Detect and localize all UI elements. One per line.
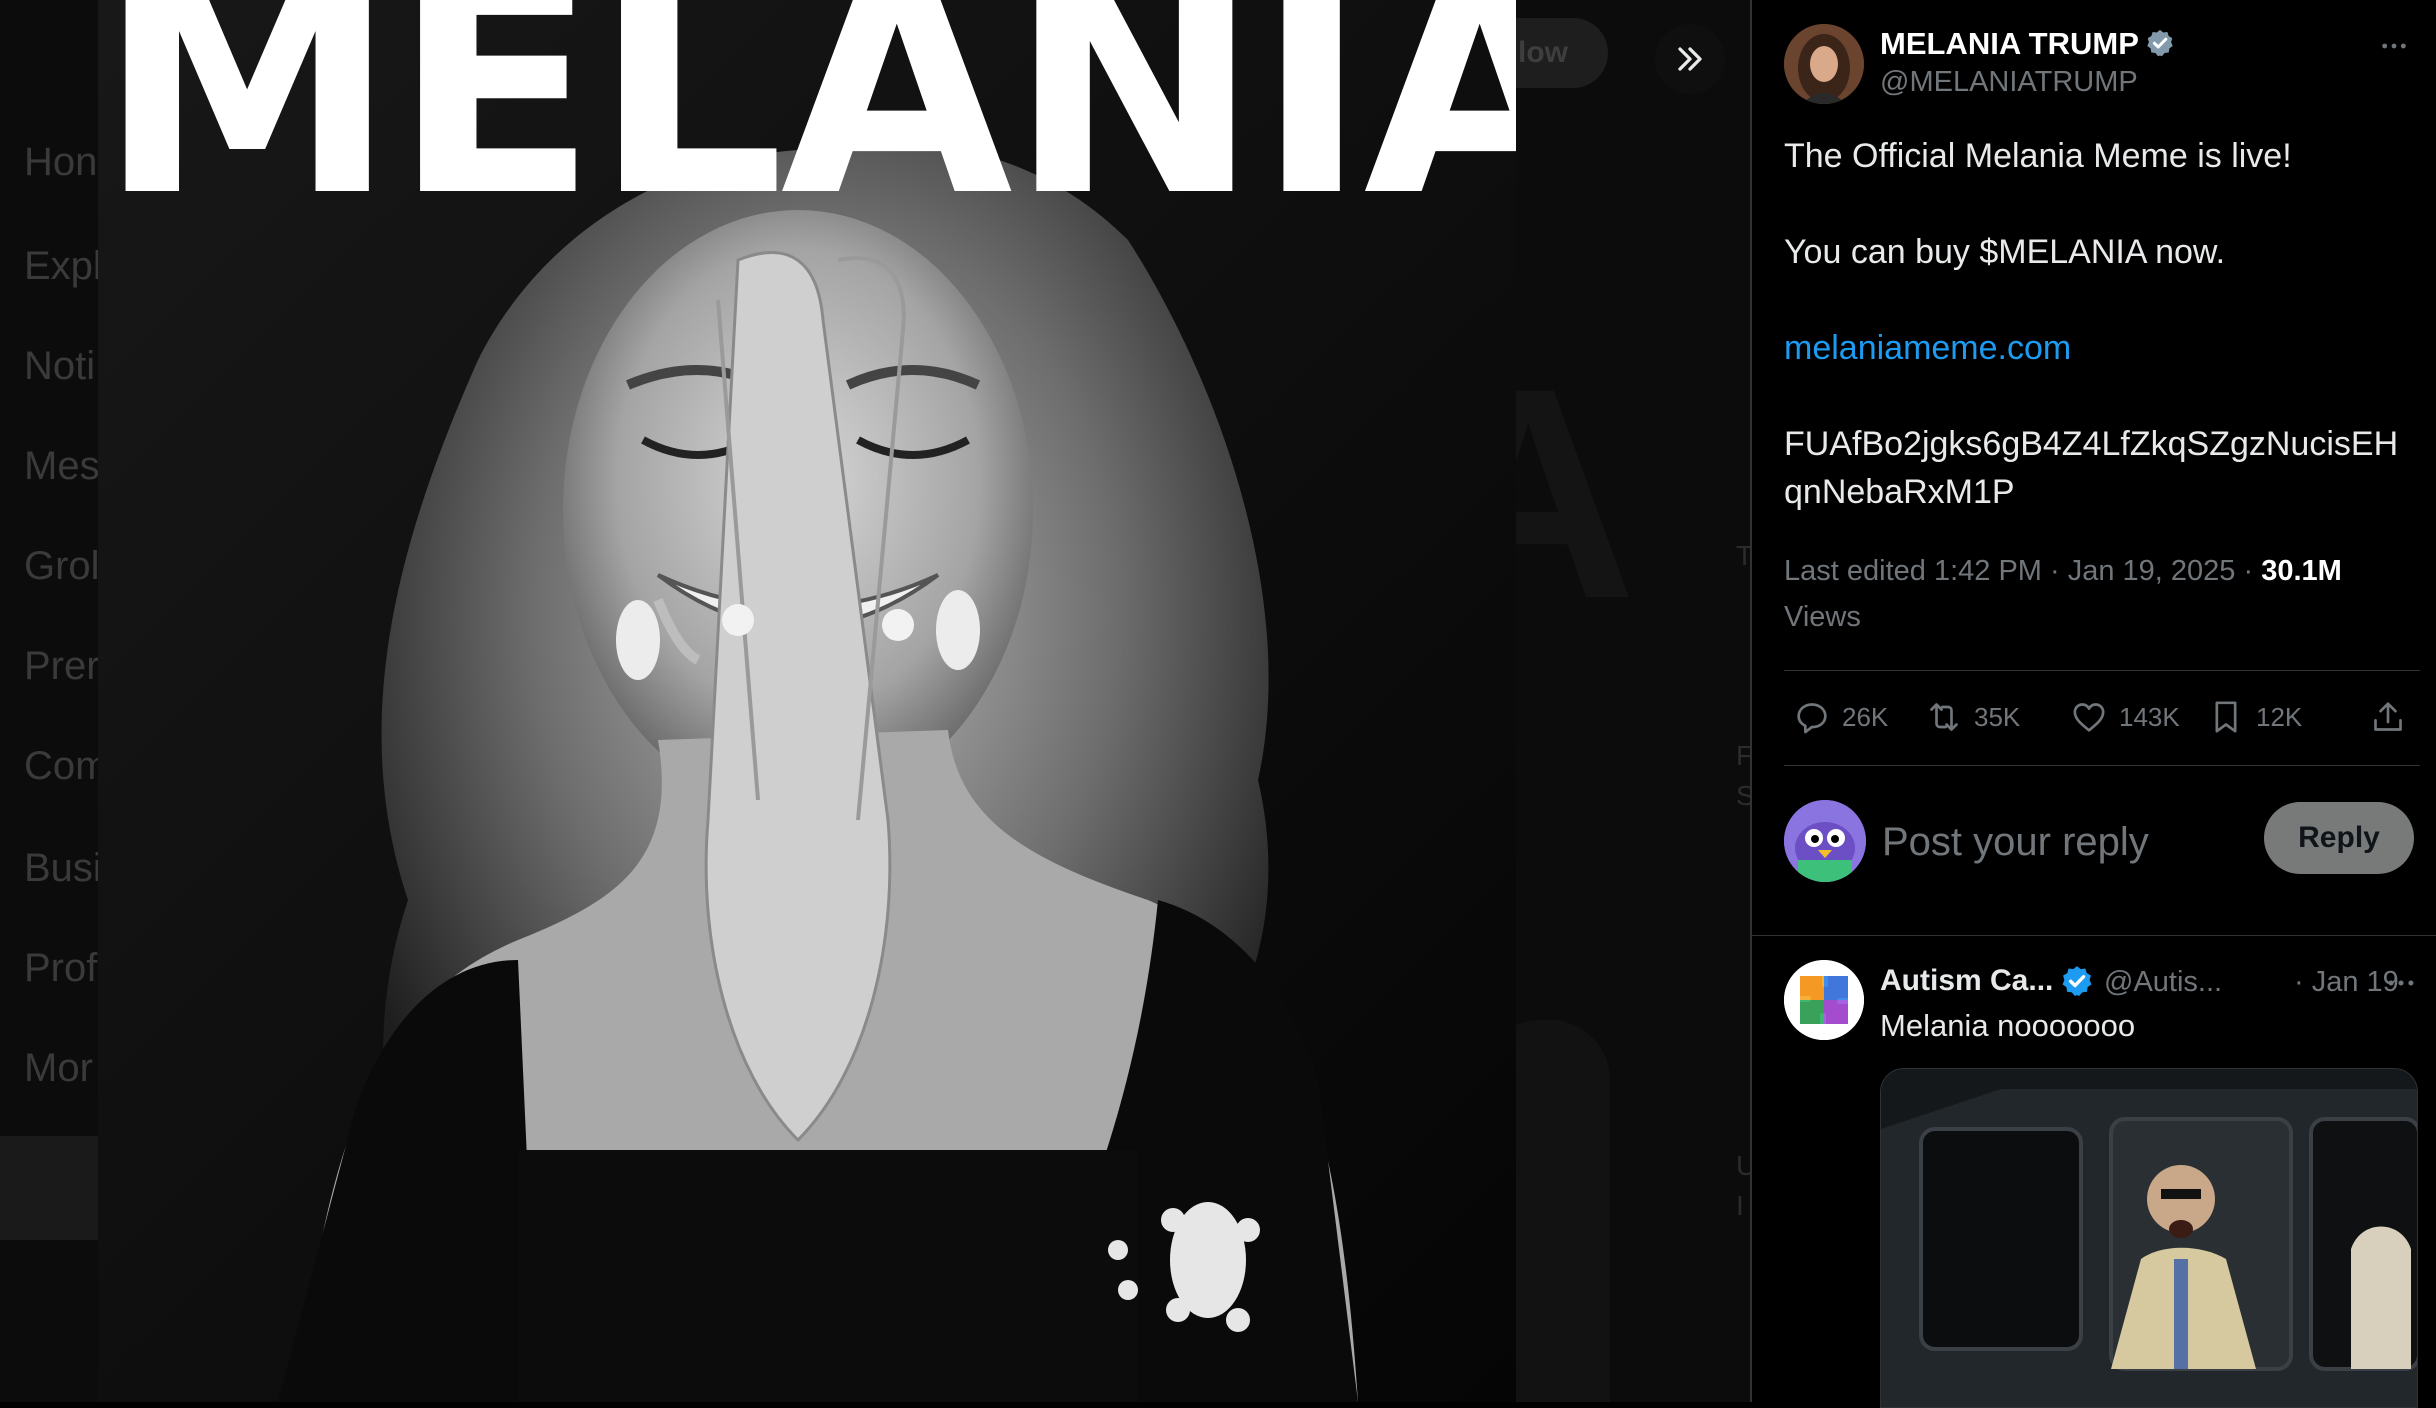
share-action[interactable] (2368, 697, 2408, 737)
post-body: The Official Melania Meme is live! You c… (1784, 132, 2414, 516)
user-avatar[interactable] (1784, 800, 1866, 882)
bg-nav-item: Prer (24, 644, 100, 688)
contract-address: FUAfBo2jgks6gB4Z4LfZkqSZgzNucisEHqnNebaR… (1784, 425, 2399, 511)
views-label: Views (1784, 601, 1861, 633)
heart-icon (2073, 703, 2105, 732)
repost-count: 35K (1974, 701, 2021, 732)
post-more-button[interactable] (2374, 26, 2414, 66)
like-action[interactable]: 143K (2069, 697, 2180, 737)
reply-author-avatar[interactable] (1784, 960, 1864, 1040)
collapse-panel-button[interactable] (1655, 24, 1725, 94)
more-horizontal-icon (2382, 43, 2406, 49)
post-detail-panel: MELANIA TRUMP @MELANIATRUMP The Official… (1750, 0, 2436, 1408)
bookmark-count: 12K (2256, 701, 2303, 732)
author-name-row[interactable]: MELANIA TRUMP (1880, 26, 2175, 62)
reply-count: 26K (1842, 701, 1889, 732)
reply-post[interactable]: Autism Ca... @Autis... · Jan 19 Melania … (1784, 958, 2424, 1408)
bg-nav-active-highlight (0, 1136, 98, 1240)
author-avatar[interactable] (1784, 24, 1864, 104)
puzzle-avatar-image (1784, 960, 1864, 1040)
bookmark-action[interactable]: 12K (2206, 697, 2302, 737)
reply-author-name[interactable]: Autism Ca... (1880, 964, 2053, 998)
reply-action[interactable]: 26K (1792, 697, 1888, 737)
bg-nav-item: Mor (24, 1046, 93, 1090)
more-horizontal-icon[interactable] (2384, 966, 2418, 1000)
chevrons-right-icon (1678, 47, 1702, 71)
post-media-image[interactable]: MELANIA (98, 0, 1516, 1402)
bg-nav-item: Hon (24, 140, 98, 184)
post-text-line: You can buy $MELANIA now. (1784, 233, 2226, 271)
bookmark-icon (2215, 701, 2237, 733)
post-timestamp[interactable]: Last edited 1:42 PM · Jan 19, 2025 · (1784, 555, 2261, 587)
post-link[interactable]: melaniameme.com (1784, 329, 2071, 367)
reply-input[interactable] (1880, 816, 2244, 868)
reply-text: Melania nooooooo (1880, 1008, 2136, 1043)
user-avatar-image (1784, 800, 1866, 882)
author-avatar-image (1784, 24, 1864, 104)
bg-nav-item: Prof (24, 946, 98, 990)
bg-nav-item: Busi (24, 846, 102, 890)
verified-badge-icon (2147, 29, 2173, 57)
reply-author-handle[interactable]: @Autis... (2104, 966, 2222, 999)
bg-letter: I (1736, 1190, 1744, 1221)
media-title-lettering: MELANIA (98, 0, 1516, 262)
post-text-line: The Official Melania Meme is live! (1784, 137, 2292, 175)
author-name[interactable]: MELANIA TRUMP (1880, 26, 2139, 61)
author-handle[interactable]: @MELANIATRUMP (1880, 66, 2138, 99)
like-count: 143K (2119, 701, 2180, 732)
bg-nav-item: Grol (24, 544, 100, 588)
reply-button[interactable]: Reply (2264, 802, 2414, 874)
bg-nav-item: Expl (24, 244, 102, 288)
share-icon (2374, 702, 2402, 731)
bg-nav-item: Mes (24, 444, 100, 488)
reply-media-image[interactable] (1880, 1068, 2418, 1408)
divider (1752, 935, 2436, 936)
repost-action[interactable]: 35K (1924, 697, 2020, 737)
post-meta: Last edited 1:42 PM · Jan 19, 2025 · 30.… (1784, 548, 2414, 640)
post-author: MELANIA TRUMP @MELANIATRUMP (1784, 24, 2414, 104)
bg-nav-item: Com (24, 744, 109, 788)
post-actions-bar: 26K 35K 143K 12K (1784, 670, 2420, 766)
bg-nav-item: Noti (24, 344, 96, 388)
reply-composer: Reply (1784, 800, 2414, 882)
verified-badge-icon (2062, 966, 2092, 997)
repost-icon (1930, 703, 1958, 731)
car-window-photo (1881, 1069, 2417, 1407)
comment-icon (1797, 703, 1827, 734)
views-count: 30.1M (2261, 555, 2342, 587)
